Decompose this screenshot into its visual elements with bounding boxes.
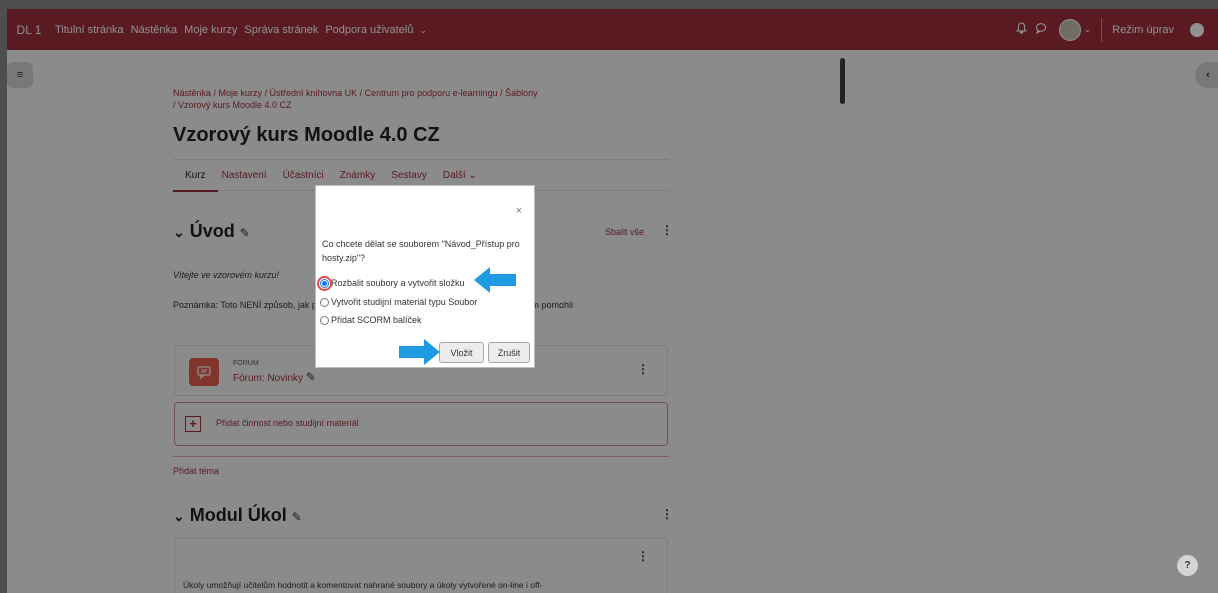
option-unzip-create-folder[interactable]: Rozbalit soubory a vytvořit složku [317, 275, 465, 291]
cancel-button[interactable]: Zrušit [488, 342, 530, 363]
annotation-arrow-right [399, 339, 440, 365]
option-file-label: Vytvořit studijní materiál typu Soubor [331, 297, 478, 307]
dialog-question: Co chcete dělat se souborem "Návod_Příst… [322, 239, 520, 263]
modal-backdrop [0, 0, 1218, 593]
option-scorm-label: Přidat SCORM balíček [331, 315, 422, 325]
option-create-file-resource[interactable]: Vytvořit studijní materiál typu Soubor [320, 297, 477, 307]
annotation-arrow-left [474, 267, 516, 293]
close-icon[interactable]: × [516, 205, 522, 217]
insert-button[interactable]: Vložit [439, 342, 484, 363]
option-add-scorm[interactable]: Přidat SCORM balíček [320, 315, 422, 325]
radio-unzip[interactable] [317, 275, 332, 291]
help-button[interactable]: ? [1177, 555, 1198, 576]
radio-file-resource[interactable] [320, 297, 329, 307]
option-unzip-label: Rozbalit soubory a vytvořit složku [331, 278, 465, 288]
radio-scorm[interactable] [320, 315, 329, 325]
